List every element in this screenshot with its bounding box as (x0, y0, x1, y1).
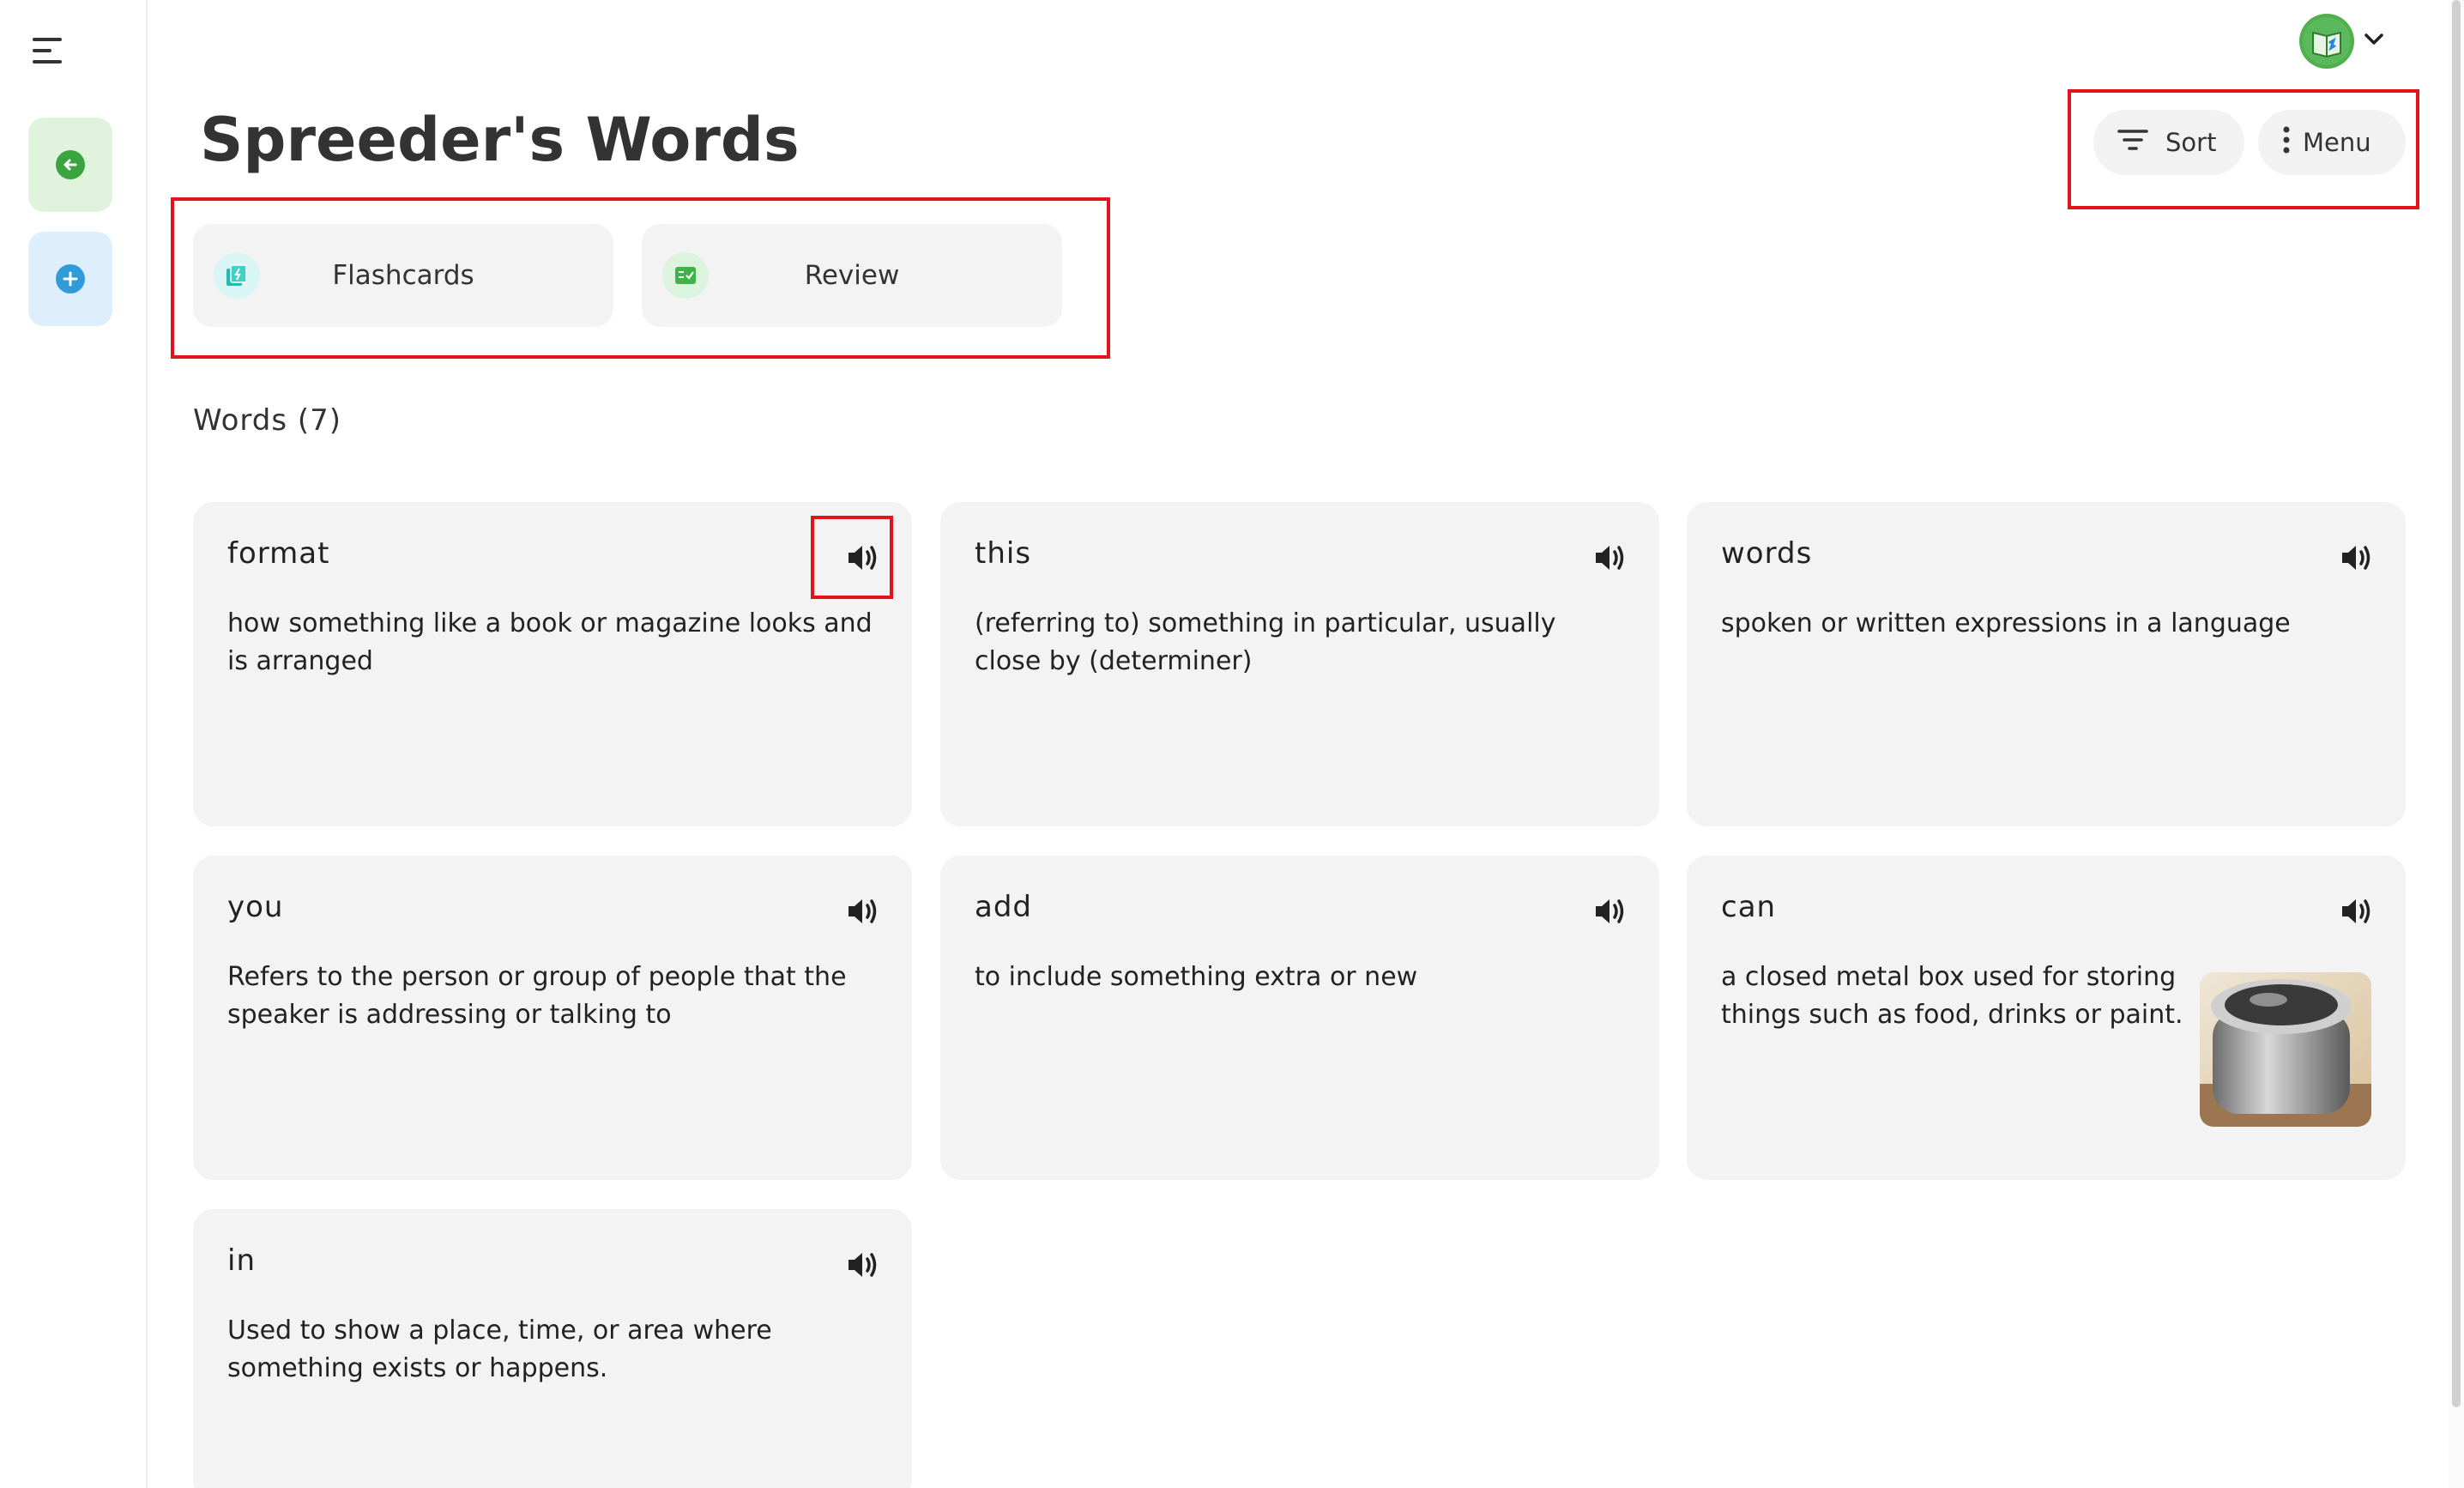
word-term: in (227, 1243, 256, 1278)
word-card[interactable]: can a closed metal box used for storing … (1687, 856, 2406, 1180)
app-root: Spreeder's Words Sort Menu Flashcards Re… (0, 0, 2464, 1488)
add-word-button[interactable] (28, 232, 112, 326)
hamburger-menu-icon[interactable] (33, 38, 62, 64)
word-card[interactable]: add to include something extra or new (940, 856, 1659, 1180)
word-term: you (227, 890, 284, 924)
word-definition: Used to show a place, time, or area wher… (227, 1316, 772, 1383)
chevron-down-icon (2363, 32, 2385, 51)
page-title: Spreeder's Words (200, 105, 800, 175)
more-vertical-icon (2282, 125, 2291, 160)
review-button[interactable]: Review (642, 224, 1062, 327)
word-card[interactable]: format how something like a book or maga… (193, 502, 912, 826)
plus-icon (56, 264, 85, 293)
word-card[interactable]: this (referring to) something in particu… (940, 502, 1659, 826)
word-definition: spoken or written expressions in a langu… (1721, 608, 2291, 638)
words-heading: Words (7) (193, 403, 342, 438)
word-image (2200, 972, 2371, 1127)
back-button[interactable] (28, 118, 112, 212)
menu-button[interactable]: Menu (2258, 110, 2406, 175)
word-term: this (975, 536, 1032, 571)
word-term: format (227, 536, 330, 571)
flashcards-button[interactable]: Flashcards (193, 224, 613, 327)
avatar (2299, 14, 2354, 69)
scrollbar-thumb[interactable] (2452, 0, 2461, 1407)
sort-button[interactable]: Sort (2093, 110, 2244, 175)
word-term: add (975, 890, 1032, 924)
word-card[interactable]: words spoken or written expressions in a… (1687, 502, 2406, 826)
word-definition: Refers to the person or group of people … (227, 962, 847, 1030)
speaker-icon[interactable] (1591, 892, 1630, 931)
filter-icon (2117, 128, 2148, 158)
scrollbar[interactable] (2449, 0, 2464, 1488)
word-definition: how something like a book or magazine lo… (227, 608, 873, 676)
word-card[interactable]: you Refers to the person or group of peo… (193, 856, 912, 1180)
speaker-icon[interactable] (1591, 538, 1630, 578)
sort-label: Sort (2165, 128, 2217, 157)
word-definition: (referring to) something in particular, … (975, 608, 1556, 676)
flashcards-label: Flashcards (332, 260, 474, 291)
account-menu[interactable] (2299, 14, 2385, 69)
speaker-icon[interactable] (843, 1245, 883, 1285)
word-definition: a closed metal box used for storing thin… (1721, 962, 2183, 1030)
word-term: can (1721, 890, 1777, 924)
speaker-icon[interactable] (843, 892, 883, 931)
review-label: Review (804, 260, 900, 291)
left-rail (0, 0, 148, 1488)
highlight-box-speaker (811, 516, 893, 599)
word-definition: to include something extra or new (975, 962, 1418, 992)
word-term: words (1721, 536, 1813, 571)
menu-label: Menu (2303, 128, 2371, 157)
word-card[interactable]: in Used to show a place, time, or area w… (193, 1209, 912, 1488)
speaker-icon[interactable] (2337, 892, 2376, 931)
speaker-icon[interactable] (2337, 538, 2376, 578)
arrow-left-icon (56, 150, 85, 179)
